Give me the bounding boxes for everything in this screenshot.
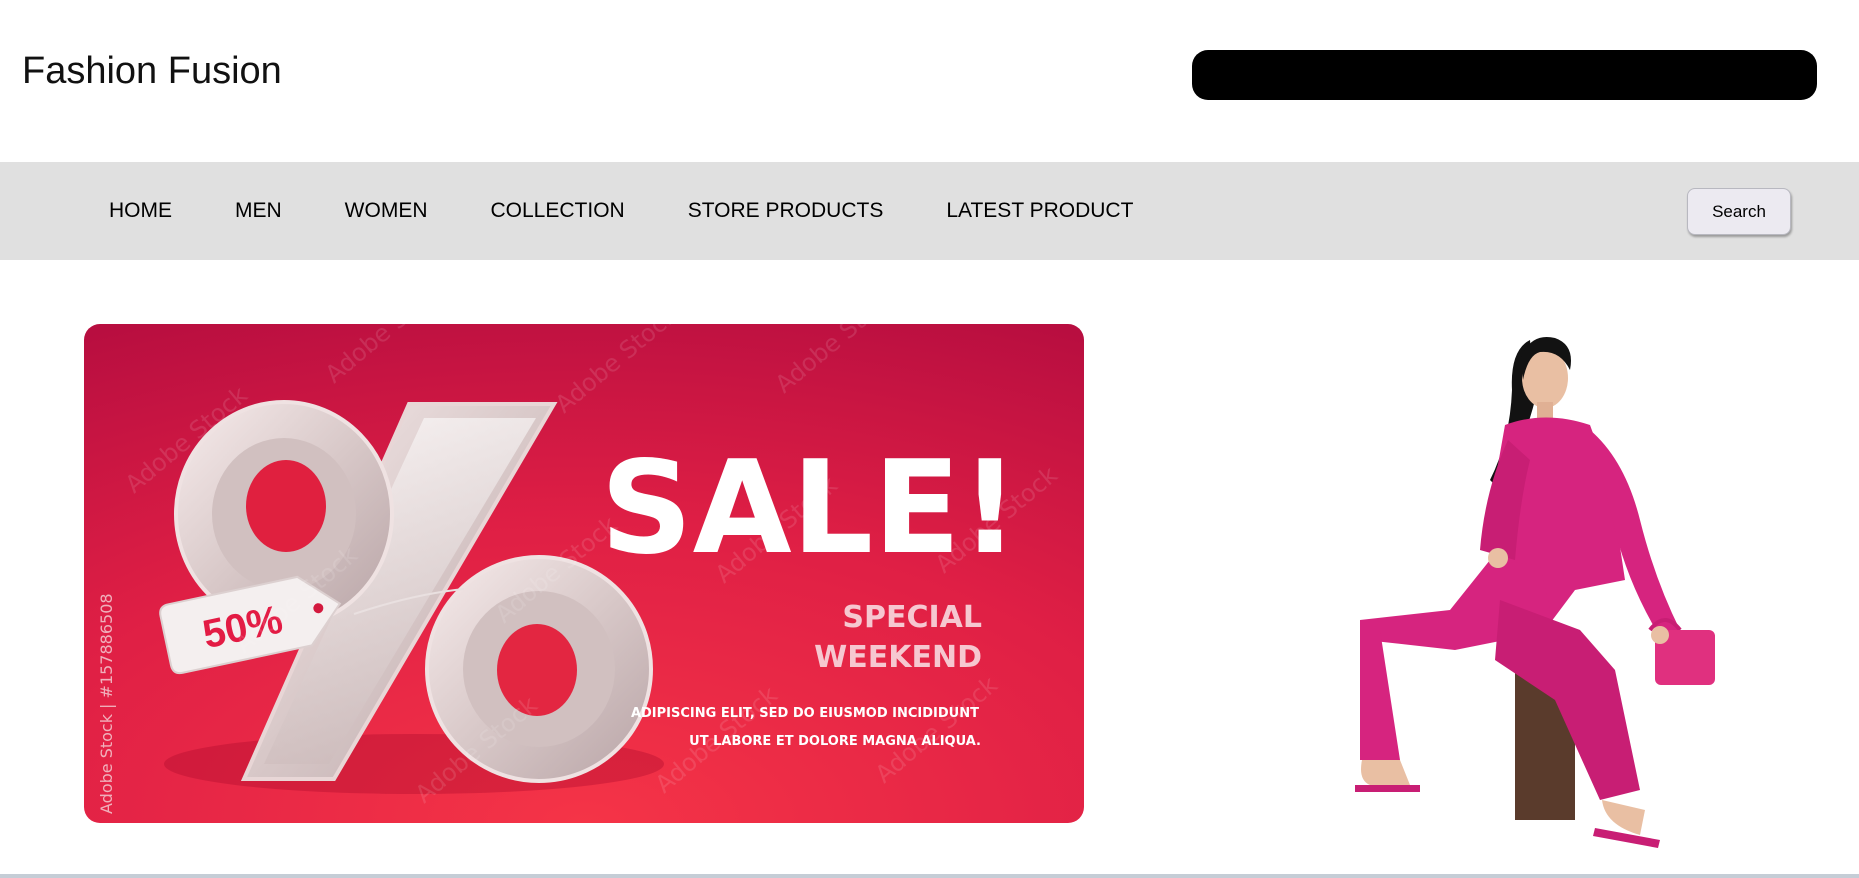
nav-link-latest-product[interactable]: LATEST PRODUCT: [946, 199, 1133, 223]
nav-link-men[interactable]: MEN: [235, 199, 282, 223]
search-button[interactable]: Search: [1687, 188, 1791, 235]
nav-link-home[interactable]: HOME: [109, 199, 172, 223]
site-header: Fashion Fusion: [0, 0, 1859, 162]
nav-link-store-products[interactable]: STORE PRODUCTS: [688, 199, 884, 223]
special-text: SPECIAL: [842, 600, 982, 635]
nav-links: HOME MEN WOMEN COLLECTION STORE PRODUCTS…: [109, 162, 1196, 260]
brand-logo[interactable]: Fashion Fusion: [22, 50, 282, 93]
weekend-text: WEEKEND: [814, 640, 982, 675]
main-nav: HOME MEN WOMEN COLLECTION STORE PRODUCTS…: [0, 162, 1859, 260]
search-input[interactable]: [1192, 50, 1817, 100]
nav-link-collection[interactable]: COLLECTION: [491, 199, 625, 223]
nav-link-women[interactable]: WOMEN: [345, 199, 428, 223]
woman-pink-suit-image: [1355, 336, 1715, 848]
stock-id-watermark: Adobe Stock | #157886508: [97, 593, 116, 814]
section-divider: [0, 874, 1859, 878]
sale-banner-graphic: 50% SALE! SPECIAL WEEKEND ADIPISCING ELI…: [84, 324, 1084, 823]
sale-banner[interactable]: 50% SALE! SPECIAL WEEKEND ADIPISCING ELI…: [84, 324, 1084, 823]
